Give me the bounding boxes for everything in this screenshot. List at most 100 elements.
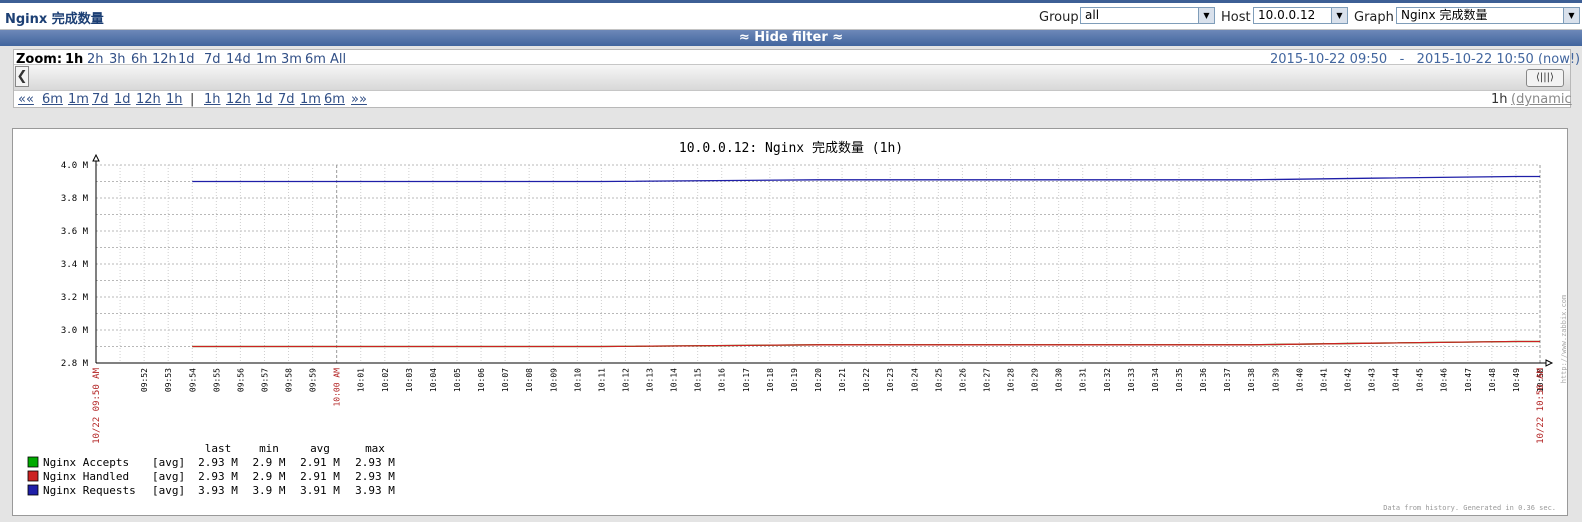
legend-swatch — [27, 484, 39, 496]
host-label: Host — [1221, 10, 1251, 25]
legend-name: Nginx Accepts — [43, 456, 129, 469]
legend-max: 3.93 M — [355, 484, 395, 497]
x-tick-label: 10:05 — [453, 368, 462, 392]
host-select[interactable]: 10.0.0.12 ▼ — [1253, 7, 1348, 24]
x-tick-label: 10:14 — [670, 368, 679, 392]
x-tick-label: 10:22 — [862, 368, 871, 392]
x-tick-label: 10:11 — [597, 368, 606, 392]
x-tick-label: 10:29 — [1031, 368, 1040, 392]
group-select[interactable]: all ▼ — [1080, 7, 1215, 24]
watermark: http://www.zabbix.com — [1560, 295, 1568, 384]
scroll-left-button[interactable]: ❮ — [15, 66, 29, 87]
x-tick-label: 10:15 — [694, 368, 703, 392]
x-tick-label: 10:35 — [1175, 368, 1184, 392]
navigate-end[interactable]: »» — [351, 92, 367, 107]
x-tick-label: 10:41 — [1319, 368, 1328, 392]
graph-select-value: Nginx 完成数量 — [1401, 8, 1488, 22]
y-tick-label: 2.8 M — [61, 359, 89, 369]
x-tick-label: 10:06 — [477, 368, 486, 392]
page-title: Nginx 完成数量 — [5, 12, 104, 27]
x-tick-label: 10:10 — [573, 368, 582, 392]
legend-header-avg: avg — [310, 442, 330, 455]
x-tick-label: 10:43 — [1368, 368, 1377, 392]
legend-min: 3.9 M — [252, 484, 285, 497]
x-tick-label: 10:03 — [405, 368, 414, 392]
x-tick-label: 10:45 — [1416, 368, 1425, 392]
legend-min: 2.9 M — [252, 470, 285, 483]
hide-filter-label: ≈ Hide filter ≈ — [738, 30, 844, 45]
generation-note: Data from history. Generated in 0.36 sec… — [1383, 504, 1556, 512]
x-tick-label: 10:25 — [934, 368, 943, 392]
y-tick-label: 3.4 M — [61, 260, 89, 270]
nav-separator: | — [190, 92, 195, 107]
navigate-forward-1m[interactable]: 1m — [300, 92, 321, 107]
scroll-handle[interactable]: ⟨|||⟩ — [1526, 69, 1564, 87]
x-tick-label: 10:24 — [910, 368, 919, 392]
legend-max: 2.93 M — [355, 456, 395, 469]
legend-function: [avg] — [152, 484, 185, 497]
chart-title: 10.0.0.12: Nginx 完成数量 (1h) — [679, 141, 903, 156]
dynamic-toggle[interactable]: (dynamic — [1511, 92, 1572, 107]
graph-panel: 10.0.0.12: Nginx 完成数量 (1h) 2.8 M 3.0 M 3.2 … — [12, 128, 1568, 516]
time-scrollbar[interactable] — [14, 64, 1570, 91]
y-axis-arrow — [92, 153, 100, 162]
graph-select[interactable]: Nginx 完成数量 ▼ — [1396, 7, 1580, 24]
navigate-back-1h[interactable]: 1h — [166, 92, 183, 107]
x-tick-label: 10:33 — [1127, 368, 1136, 392]
navigate-forward-12h[interactable]: 12h — [226, 92, 251, 107]
chevron-left-icon: ❮ — [16, 69, 28, 84]
navigate-start[interactable]: «« — [18, 92, 34, 107]
x-tick-label: 10:31 — [1079, 368, 1088, 392]
x-tick-label: 10:48 — [1488, 368, 1497, 392]
group-label: Group — [1039, 10, 1079, 25]
legend-last: 2.93 M — [198, 456, 238, 469]
legend-function: [avg] — [152, 470, 185, 483]
x-tick-label: 10:21 — [838, 368, 847, 392]
y-tick-label: 3.0 M — [61, 326, 89, 336]
x-axis-arrow — [1545, 359, 1554, 367]
x-tick-label: 09:56 — [236, 368, 245, 392]
hide-filter-toggle[interactable]: ≈ Hide filter ≈ — [0, 30, 1582, 46]
navigate-forward-6m[interactable]: 6m — [324, 92, 345, 107]
navigate-forward-1d[interactable]: 1d — [256, 92, 273, 107]
legend-name: Nginx Requests — [43, 484, 136, 497]
x-tick-label: 10:19 — [790, 368, 799, 392]
legend-function: [avg] — [152, 456, 185, 469]
x-tick-label: 10:38 — [1247, 368, 1256, 392]
x-tick-label: 10:47 — [1464, 368, 1473, 392]
x-tick-label: 10:01 — [357, 368, 366, 392]
legend-header-max: max — [365, 442, 385, 455]
chevron-down-icon: ▼ — [1563, 8, 1579, 23]
navigate-back-1d[interactable]: 1d — [114, 92, 131, 107]
host-select-value: 10.0.0.12 — [1258, 8, 1316, 22]
navigate-back-6m[interactable]: 6m — [42, 92, 63, 107]
x-tick-label: 10:27 — [982, 368, 991, 392]
x-tick-label: 09:54 — [188, 368, 197, 392]
y-tick-label: 4.0 M — [61, 161, 89, 171]
x-tick-label: 10:26 — [958, 368, 967, 392]
navigate-back-12h[interactable]: 12h — [136, 92, 161, 107]
x-tick-label: 10:32 — [1103, 368, 1112, 392]
navigate-forward-1h[interactable]: 1h — [204, 92, 221, 107]
x-tick-label: 10:04 — [429, 368, 438, 392]
navigate-forward-7d[interactable]: 7d — [278, 92, 295, 107]
timebar-panel: Zoom: 1h 2h 3h 6h 12h 1d 7d 14d 1m 3m 6m All 2015-1… — [13, 49, 1580, 108]
navigate-back-1m[interactable]: 1m — [68, 92, 89, 107]
drag-handle-icon: ⟨|||⟩ — [1536, 72, 1554, 83]
x-tick-label: 10:37 — [1223, 368, 1232, 392]
x-tick-label: 10:09 — [549, 368, 558, 392]
x-tick-label: 10:36 — [1199, 368, 1208, 392]
x-end-label: 10/22 10:50 AM — [1536, 367, 1546, 443]
legend-last: 2.93 M — [198, 470, 238, 483]
x-tick-label: 09:57 — [260, 368, 269, 392]
x-tick-label: 10:42 — [1343, 368, 1352, 392]
x-tick-label: 10:08 — [525, 368, 534, 392]
x-tick-label: 10:40 — [1295, 368, 1304, 392]
legend-name: Nginx Handled — [43, 470, 129, 483]
graph-label: Graph — [1354, 10, 1394, 25]
x-tick-label: 10:28 — [1007, 368, 1016, 392]
x-tick-label: 10:07 — [501, 368, 510, 392]
x-tick-label: 10:13 — [646, 368, 655, 392]
navigate-back-7d[interactable]: 7d — [92, 92, 109, 107]
x-tick-label: 09:52 — [140, 368, 149, 392]
